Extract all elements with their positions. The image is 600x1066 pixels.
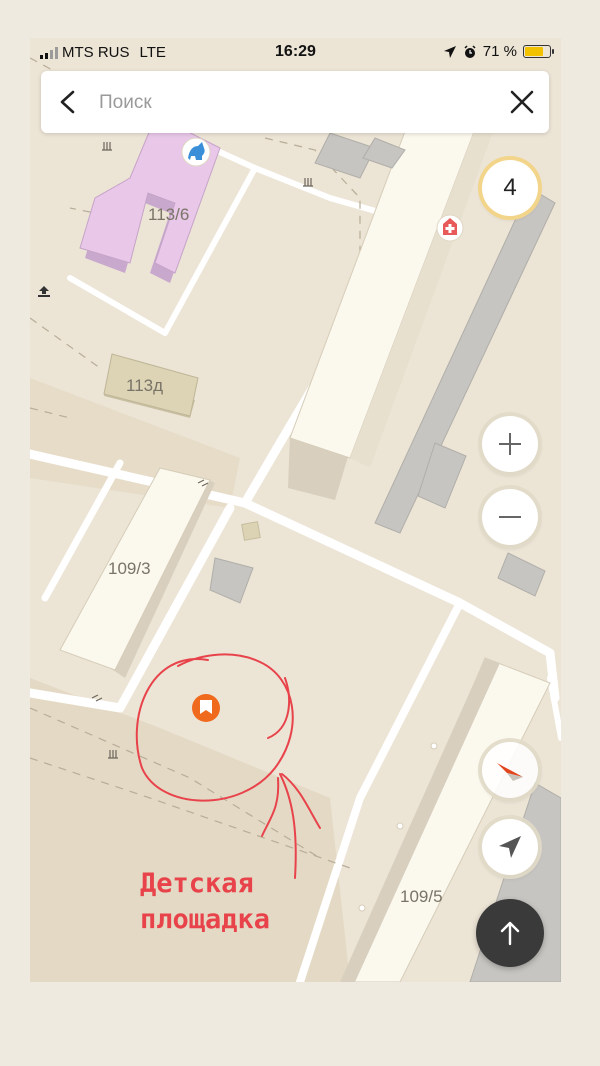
arrow-up-icon <box>500 921 520 946</box>
alarm-icon <box>464 44 476 58</box>
phone-screen: 113/6 113д 109/3 109/5 MTS RUS LTE 16:29… <box>30 38 561 982</box>
my-location-button[interactable] <box>482 819 538 875</box>
route-button[interactable] <box>476 899 544 967</box>
battery-percent: 71 % <box>482 43 517 60</box>
plus-icon <box>499 433 521 455</box>
minus-icon <box>499 516 521 518</box>
building-label-113d: 113д <box>126 376 163 395</box>
building-label-109-5: 109/5 <box>400 887 443 906</box>
traffic-level-value: 4 <box>503 174 517 201</box>
building-label-109-3: 109/3 <box>108 559 151 578</box>
map-view[interactable]: 113/6 113д 109/3 109/5 <box>30 38 561 982</box>
battery-icon <box>523 45 554 58</box>
back-button[interactable] <box>57 89 79 115</box>
compass-icon <box>497 763 523 781</box>
traffic-level-button[interactable]: 4 <box>482 160 538 216</box>
zoom-out-button[interactable] <box>482 489 538 545</box>
battery-level <box>525 47 544 56</box>
close-button[interactable] <box>509 89 535 115</box>
location-arrow-icon <box>499 836 521 858</box>
location-services-icon <box>443 45 456 58</box>
playground-pin-icon[interactable] <box>192 694 220 722</box>
status-right: 71 % <box>443 43 554 60</box>
zoom-in-button[interactable] <box>482 416 538 472</box>
status-bar: MTS RUS LTE 16:29 71 % <box>30 38 561 68</box>
search-input[interactable] <box>97 87 481 119</box>
annotation-label: Детская площадка <box>140 868 271 935</box>
hospital-icon[interactable] <box>436 214 464 242</box>
kindergarten-icon[interactable] <box>181 137 211 167</box>
compass-button[interactable] <box>482 742 538 798</box>
search-bar <box>41 71 549 133</box>
building-label-113-6: 113/6 <box>148 205 189 224</box>
small-structure <box>241 521 261 541</box>
